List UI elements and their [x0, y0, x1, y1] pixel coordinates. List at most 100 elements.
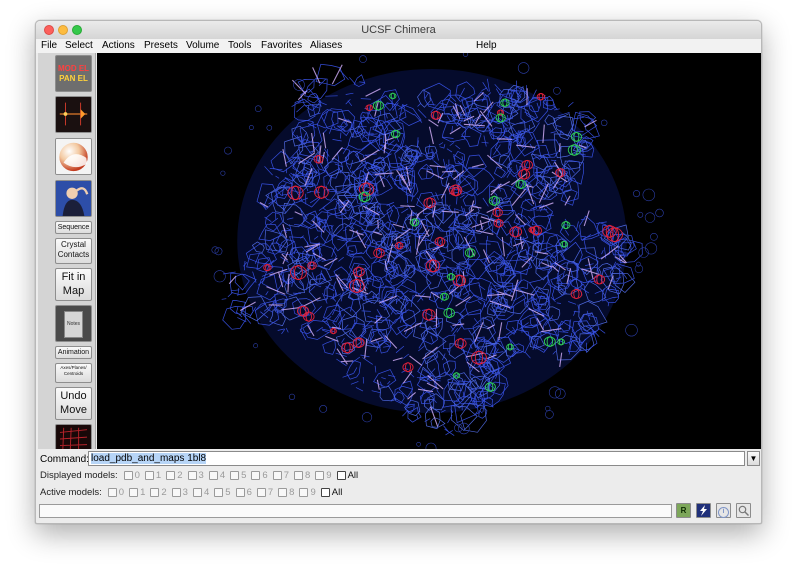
menu-aliases[interactable]: Aliases — [310, 40, 342, 51]
crystal-contacts-line2: Contacts — [57, 250, 90, 259]
menu-tools[interactable]: Tools — [228, 40, 251, 51]
molecule-graphics-viewer[interactable] — [97, 53, 761, 449]
displayed-model-2-checkbox[interactable] — [166, 470, 176, 480]
active-model-0-checkbox[interactable] — [107, 487, 117, 497]
displayed-models-all-checkbox[interactable] — [336, 470, 346, 480]
sequence-button[interactable]: Sequence — [55, 221, 92, 234]
displayed-model-0-checkbox[interactable] — [123, 470, 133, 480]
active-models-label: Active models: — [40, 486, 102, 498]
active-model-5-checkbox[interactable] — [214, 487, 224, 497]
displayed-models-label: Displayed models: — [40, 469, 118, 481]
crystal-contacts-button[interactable]: Crystal Contacts — [55, 238, 92, 264]
selection-inspector-button[interactable] — [696, 503, 711, 518]
displayed-models-all-label: All — [347, 469, 359, 481]
grid-tool-button[interactable] — [55, 424, 92, 449]
red-grid-icon — [56, 425, 91, 449]
active-model-0-label: 0 — [118, 486, 125, 498]
command-input-value: load_pdb_and_maps 1bl8 — [91, 453, 207, 464]
command-input[interactable]: load_pdb_and_maps 1bl8 — [88, 451, 745, 466]
model-panel-line1: MOD EL — [57, 64, 90, 73]
notes-button[interactable]: Notes — [55, 305, 92, 342]
command-history-dropdown[interactable]: ▼ — [747, 451, 760, 466]
info-icon: i — [718, 507, 729, 518]
model-panel-line2: PAN EL — [59, 74, 88, 83]
axes-planes-line2: Centroids — [63, 370, 84, 376]
displayed-model-1-checkbox[interactable] — [144, 470, 154, 480]
displayed-model-8-label: 8 — [305, 469, 311, 481]
undo-move-button[interactable]: Undo Move — [55, 387, 92, 420]
displayed-model-4-checkbox[interactable] — [208, 470, 218, 480]
person-photo-icon — [56, 181, 91, 216]
lights-button[interactable] — [55, 180, 92, 217]
active-model-7-checkbox[interactable] — [256, 487, 266, 497]
side-view-icon — [56, 97, 91, 132]
fit-in-map-line1: Fit in — [61, 271, 86, 283]
displayed-models-row: Displayed models: 0 1 2 3 4 5 6 7 8 9 Al… — [40, 468, 361, 482]
side-view-button[interactable] — [55, 96, 92, 133]
active-model-3-checkbox[interactable] — [171, 487, 181, 497]
axes-planes-line1: Axes/Planes/ — [60, 365, 87, 370]
menu-help[interactable]: Help — [476, 40, 497, 51]
menu-volume[interactable]: Volume — [186, 40, 219, 51]
axes-planes-centroids-button[interactable]: Axes/Planes/ Centroids — [55, 363, 92, 383]
fit-in-map-button[interactable]: Fit in Map — [55, 268, 92, 301]
displayed-model-7-label: 7 — [283, 469, 289, 481]
active-model-2-label: 2 — [161, 486, 167, 498]
model-panel-button[interactable]: MOD EL PAN EL — [55, 55, 92, 92]
displayed-model-3-checkbox[interactable] — [187, 470, 197, 480]
reply-log-button[interactable]: R — [676, 503, 691, 518]
active-model-9-label: 9 — [310, 486, 316, 498]
active-model-4-checkbox[interactable] — [192, 487, 202, 497]
density-map-mesh — [211, 53, 664, 449]
displayed-model-9-checkbox[interactable] — [315, 470, 325, 480]
menu-favorites[interactable]: Favorites — [261, 40, 302, 51]
displayed-model-6-label: 6 — [262, 469, 268, 481]
active-models-all-checkbox[interactable] — [320, 487, 330, 497]
displayed-model-6-checkbox[interactable] — [251, 470, 261, 480]
menu-actions[interactable]: Actions — [102, 40, 135, 51]
active-model-9-checkbox[interactable] — [299, 487, 309, 497]
menu-bar: File Select Actions Presets Volume Tools… — [36, 39, 761, 53]
active-model-8-label: 8 — [289, 486, 295, 498]
displayed-model-5-label: 5 — [241, 469, 247, 481]
active-models-row: Active models: 0 1 2 3 4 5 6 7 8 9 All — [40, 485, 345, 499]
magnifier-icon — [738, 505, 749, 516]
displayed-model-4-label: 4 — [219, 469, 226, 481]
lightning-icon — [700, 505, 707, 516]
color-style-button[interactable] — [55, 138, 92, 175]
title-bar[interactable]: UCSF Chimera — [36, 21, 761, 40]
displayed-model-1-label: 1 — [155, 469, 162, 481]
undo-move-line2: Move — [60, 404, 87, 416]
active-model-2-checkbox[interactable] — [150, 487, 160, 497]
active-models-all-label: All — [331, 486, 343, 498]
undo-move-line1: Undo — [60, 390, 87, 402]
fit-in-map-line2: Map — [62, 285, 85, 297]
active-model-8-checkbox[interactable] — [278, 487, 288, 497]
active-model-1-checkbox[interactable] — [129, 487, 139, 497]
tool-sidebar: MOD EL PAN EL Sequence Crystal Contacts … — [38, 53, 96, 449]
active-model-4-label: 4 — [203, 486, 210, 498]
displayed-model-8-checkbox[interactable] — [294, 470, 303, 480]
status-line — [39, 504, 672, 518]
displayed-model-3-label: 3 — [198, 469, 204, 481]
ball-style-icon — [56, 139, 91, 174]
active-model-3-label: 3 — [182, 486, 188, 498]
menu-presets[interactable]: Presets — [144, 40, 178, 51]
active-model-6-checkbox[interactable] — [235, 487, 245, 497]
window-title: UCSF Chimera — [361, 24, 436, 36]
active-model-5-label: 5 — [225, 486, 231, 498]
displayed-model-5-checkbox[interactable] — [230, 470, 240, 480]
zoom-button[interactable] — [736, 503, 751, 518]
displayed-model-0-label: 0 — [134, 469, 140, 481]
info-button[interactable]: i — [716, 503, 731, 518]
active-model-7-label: 7 — [267, 486, 274, 498]
animation-button[interactable]: Animation — [55, 346, 92, 359]
menu-select[interactable]: Select — [65, 40, 93, 51]
displayed-model-2-label: 2 — [177, 469, 183, 481]
command-label: Command: — [40, 454, 89, 465]
active-model-6-label: 6 — [246, 486, 252, 498]
chimera-window: UCSF Chimera File Select Actions Presets… — [35, 20, 762, 524]
displayed-model-7-checkbox[interactable] — [272, 470, 282, 480]
displayed-model-9-label: 9 — [326, 469, 332, 481]
menu-file[interactable]: File — [41, 40, 57, 51]
